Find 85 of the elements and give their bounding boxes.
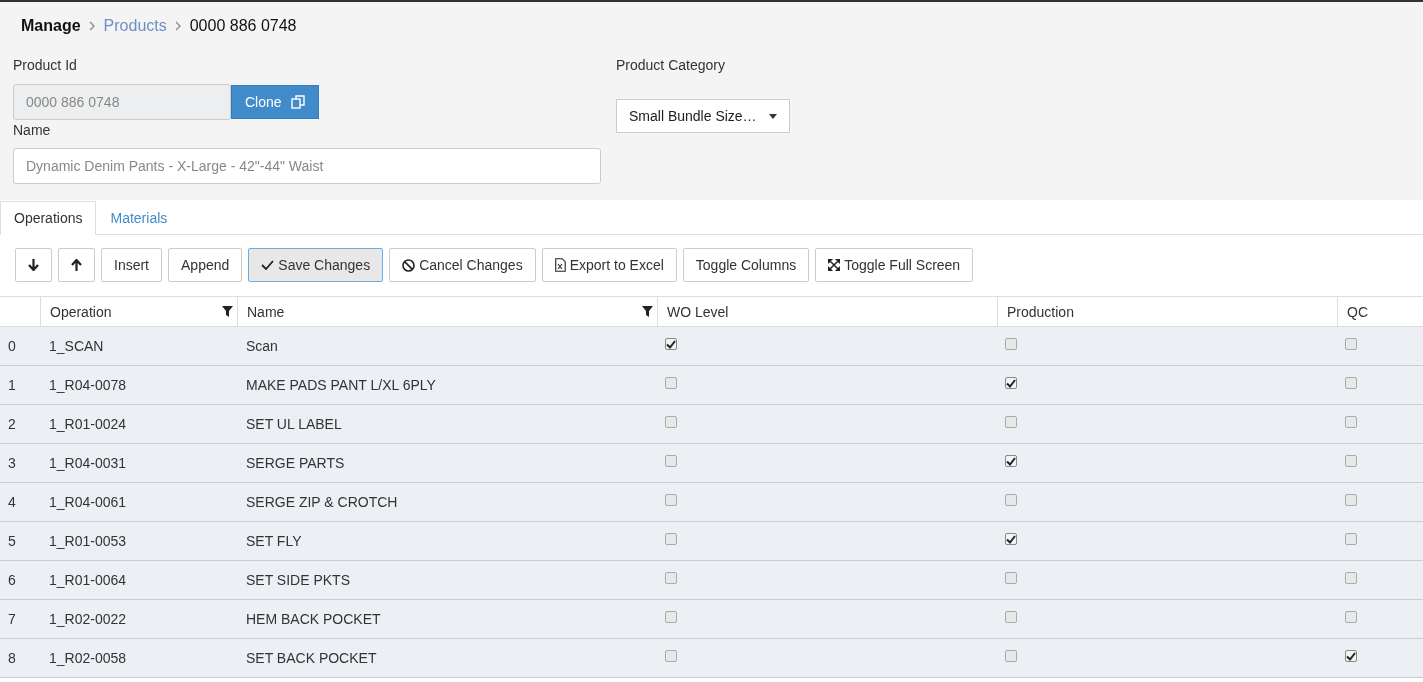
checkbox[interactable]: [1005, 455, 1017, 467]
checkbox[interactable]: [1345, 650, 1357, 662]
arrow-down-icon: [28, 259, 39, 271]
toolbar-button[interactable]: Export to Excel: [541, 248, 677, 282]
checkbox[interactable]: [1005, 494, 1017, 506]
table-cell-text: SET BACK POCKET: [245, 649, 378, 668]
checkbox[interactable]: [1005, 377, 1017, 389]
row-number: 6: [7, 571, 17, 590]
row-number: 0: [7, 337, 17, 356]
category-dropdown[interactable]: Small Bundle Size…: [616, 99, 790, 133]
field-label: Product Id: [13, 57, 78, 73]
table-cell-text: SET UL LABEL: [245, 415, 343, 434]
checkbox[interactable]: [665, 494, 677, 506]
toolbar-button[interactable]: Save Changes: [248, 248, 384, 282]
checkbox[interactable]: [665, 611, 677, 623]
chevron-right-icon: [174, 21, 182, 31]
table-cell-text: 1_R01-0024: [48, 415, 128, 434]
spreadsheet-file-icon: [554, 258, 566, 272]
checkbox[interactable]: [1005, 416, 1017, 428]
table-cell-text: 1_R02-0022: [48, 610, 128, 629]
checkbox[interactable]: [1345, 494, 1357, 506]
checkbox[interactable]: [1005, 533, 1017, 545]
row-number: 2: [7, 415, 17, 434]
tab[interactable]: Operations: [0, 201, 97, 235]
table-cell-text: 1_SCAN: [48, 337, 105, 356]
table-cell-text: 1_R02-0058: [48, 649, 128, 668]
name-field[interactable]: Dynamic Denim Pants - X-Large - 42"-44" Waist: [13, 148, 601, 184]
checkbox[interactable]: [1005, 338, 1017, 350]
table-cell-text: 1_R04-0031: [48, 454, 128, 473]
table-cell-text: 1_R01-0064: [48, 571, 128, 590]
toolbar-button[interactable]: Toggle Full Screen: [815, 248, 974, 282]
breadcrumb-item: Manage: [21, 17, 81, 35]
checkbox[interactable]: [665, 572, 677, 584]
checkmark-icon: [261, 260, 275, 270]
checkbox[interactable]: [1345, 416, 1357, 428]
checkbox[interactable]: [665, 377, 677, 389]
move-down-button[interactable]: [15, 248, 52, 282]
breadcrumb-item: 0000 886 0748: [189, 17, 297, 35]
toolbar-button[interactable]: Append: [168, 248, 243, 282]
row-number: 5: [7, 532, 17, 551]
caret-down-icon: [769, 113, 777, 119]
expand-icon: [828, 259, 841, 271]
checkbox[interactable]: [1345, 533, 1357, 545]
toolbar-button[interactable]: Insert: [101, 248, 162, 282]
row-number: 4: [7, 493, 17, 512]
table-cell-text: SERGE ZIP & CROTCH: [245, 493, 399, 512]
checkbox[interactable]: [665, 338, 677, 350]
cancel-icon: [402, 258, 416, 272]
filter-icon[interactable]: [642, 306, 653, 317]
checkbox[interactable]: [1345, 338, 1357, 350]
table-cell-text: HEM BACK POCKET: [245, 610, 382, 629]
tab[interactable]: Materials: [96, 201, 182, 235]
field-label: Product Category: [616, 57, 726, 73]
table-cell-text: MAKE PADS PANT L/XL 6PLY: [245, 376, 437, 395]
table-cell-text: 1_R04-0061: [48, 493, 128, 512]
checkbox[interactable]: [665, 533, 677, 545]
checkbox[interactable]: [665, 416, 677, 428]
clone-button[interactable]: Clone: [231, 85, 319, 119]
checkbox[interactable]: [1005, 611, 1017, 623]
move-up-button[interactable]: [58, 248, 95, 282]
table-cell-text: SET SIDE PKTS: [245, 571, 351, 590]
arrow-up-icon: [71, 259, 82, 271]
toolbar-button[interactable]: Cancel Changes: [389, 248, 536, 282]
checkbox[interactable]: [1345, 572, 1357, 584]
checkbox[interactable]: [1345, 611, 1357, 623]
table-cell-text: Scan: [245, 337, 279, 356]
row-number: 7: [7, 610, 17, 629]
table-cell-text: SERGE PARTS: [245, 454, 346, 473]
row-number: 1: [7, 376, 17, 395]
table-cell-text: SET FLY: [245, 532, 303, 551]
copy-icon: [290, 95, 305, 109]
checkbox[interactable]: [1005, 650, 1017, 662]
checkbox[interactable]: [1345, 455, 1357, 467]
row-number: 3: [7, 454, 17, 473]
chevron-right-icon: [88, 21, 96, 31]
row-number: 8: [7, 649, 17, 668]
table-cell-text: 1_R04-0078: [48, 376, 128, 395]
field-label: Name: [13, 122, 52, 138]
checkbox[interactable]: [1005, 572, 1017, 584]
toolbar-button[interactable]: Toggle Columns: [682, 248, 810, 282]
checkbox[interactable]: [665, 650, 677, 662]
filter-icon[interactable]: [222, 306, 233, 317]
checkbox[interactable]: [665, 455, 677, 467]
table-cell-text: 1_R01-0053: [48, 532, 128, 551]
checkbox[interactable]: [1345, 377, 1357, 389]
